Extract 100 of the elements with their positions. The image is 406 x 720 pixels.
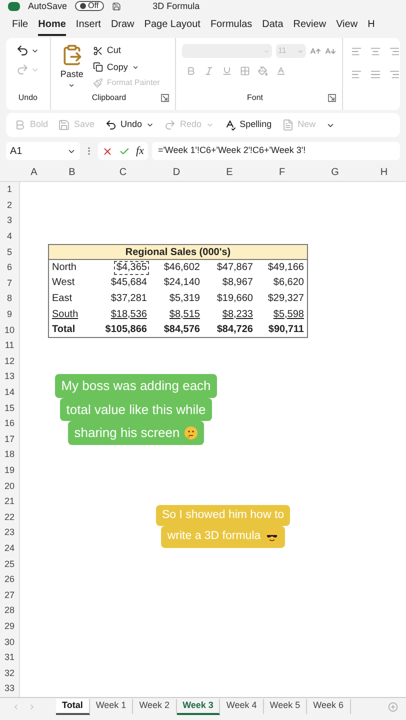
align-middle-icon[interactable] (370, 46, 381, 57)
row-header[interactable]: 6 (6, 263, 12, 272)
column-header[interactable]: E (226, 165, 233, 180)
row-header[interactable]: 9 (6, 310, 12, 320)
borders-icon[interactable] (240, 66, 250, 76)
sheet-tab[interactable]: Week 5 (264, 698, 308, 714)
menu-tab[interactable]: H (368, 14, 375, 36)
table-cell: $24,140 (162, 277, 201, 290)
scroll-right-icon[interactable] (28, 702, 36, 710)
group-label: Font (246, 92, 264, 104)
toolbar-button[interactable]: Undo (104, 118, 142, 132)
undo-icon[interactable] (16, 44, 30, 57)
column-header[interactable]: H (380, 165, 388, 180)
column-header[interactable]: F (278, 165, 286, 180)
sheet-tab[interactable]: Week 3 (176, 698, 220, 714)
insert-function-button[interactable]: fx (136, 142, 144, 160)
align-bottom-icon[interactable] (389, 46, 400, 57)
spelling-icon (224, 119, 236, 131)
table-cell: $90,711 (267, 324, 305, 336)
column-header[interactable]: G (331, 165, 339, 180)
italic-icon[interactable] (204, 66, 214, 76)
thinking-face-icon (184, 426, 198, 440)
sheet-tab[interactable]: Week 4 (220, 698, 264, 714)
enter-icon[interactable] (119, 146, 130, 156)
table-cell: $6,620 (272, 277, 305, 290)
table-cell: $4,365 (115, 262, 148, 274)
formula-input[interactable]: ='Week 1'!C6+'Week 2'!C6+'Week 3'! (152, 142, 400, 160)
autosave-label: AutoSave (28, 2, 68, 10)
table-cell: $18,536 (110, 308, 148, 321)
table-cell: East (51, 292, 74, 305)
table-cell: $47,867 (216, 262, 254, 274)
menu-tab[interactable]: Draw (110, 14, 134, 36)
table-cell: Total (51, 324, 76, 336)
row-header[interactable]: 7 (6, 278, 12, 288)
align-center-icon[interactable] (370, 69, 381, 80)
fill-color-icon[interactable] (258, 66, 268, 76)
table-cell: $46,602 (162, 262, 201, 274)
dialog-launcher-icon[interactable] (161, 94, 169, 102)
cancel-icon[interactable] (102, 146, 113, 156)
menu-tab[interactable]: Review (293, 14, 326, 36)
table-cell: $37,281 (110, 292, 148, 305)
row-header[interactable]: 1 (6, 185, 12, 194)
column-header[interactable]: C (119, 165, 127, 180)
sunglasses-face-icon (264, 530, 279, 544)
caret-icon (132, 64, 139, 71)
dialog-launcher-icon[interactable] (328, 94, 336, 102)
redo-icon (164, 119, 176, 131)
row-header[interactable]: 2 (6, 200, 12, 210)
bold-icon (14, 119, 26, 131)
table-cell: North (51, 262, 78, 274)
menu-tab[interactable]: View (336, 14, 358, 36)
sheet-tab[interactable]: Week 2 (133, 698, 177, 714)
sheet-tab[interactable]: Week 6 (307, 698, 350, 714)
autosave-toggle[interactable]: Off (75, 1, 104, 11)
menu-tab[interactable]: File (12, 14, 28, 36)
row-header[interactable]: 8 (6, 294, 12, 304)
paste-button[interactable]: Paste (56, 44, 87, 89)
bold-icon[interactable] (186, 66, 196, 76)
underline-icon[interactable] (222, 66, 232, 76)
table-cell: $8,515 (168, 308, 201, 321)
name-box[interactable]: A1 (6, 142, 80, 160)
table-title-cell: Regional Sales (000's) (48, 244, 308, 260)
row-header[interactable]: 4 (6, 232, 12, 242)
table-cell: $8,233 (221, 308, 254, 321)
row-header[interactable]: 5 (6, 248, 12, 257)
table-cell: $45,684 (110, 277, 148, 290)
column-header[interactable]: D (172, 165, 180, 180)
menu-tab[interactable]: Data (262, 14, 284, 36)
copy-button[interactable]: Copy (92, 60, 160, 74)
sheet-tab[interactable]: Week 1 (90, 698, 134, 714)
caret-icon (263, 48, 270, 54)
caret-icon (297, 48, 304, 54)
grow-font-icon[interactable] (310, 46, 321, 56)
align-top-icon[interactable] (351, 46, 362, 57)
cut-button[interactable]: Cut (92, 44, 160, 58)
menu-tab[interactable]: Insert (76, 14, 101, 36)
save-icon[interactable] (112, 2, 121, 10)
menu-tab[interactable]: Page Layout (144, 14, 200, 36)
menu-tab[interactable]: Home (38, 14, 66, 36)
paintbrush-icon (92, 78, 103, 88)
font-color-icon[interactable] (276, 66, 286, 76)
table-cell: $49,166 (266, 262, 305, 274)
sheet-tab[interactable]: Total (56, 698, 90, 714)
align-left-icon[interactable] (351, 69, 362, 80)
caret-icon[interactable] (146, 121, 154, 129)
menu-tab[interactable]: Formulas (210, 14, 252, 36)
table-cell: $5,598 (272, 308, 305, 321)
table-cell: West (51, 277, 76, 290)
row-header[interactable]: 3 (6, 216, 12, 226)
scroll-left-icon[interactable] (12, 702, 20, 710)
add-sheet-icon[interactable] (388, 702, 398, 712)
shrink-font-icon[interactable] (325, 46, 336, 56)
app-logo-icon (8, 2, 20, 10)
toolbar-button[interactable]: Spelling (224, 118, 272, 132)
table-cell: South (51, 308, 80, 321)
column-header[interactable]: A (30, 165, 38, 180)
column-header[interactable]: B (68, 165, 76, 180)
table-cell: $19,660 (216, 292, 254, 305)
align-right-icon[interactable] (389, 69, 400, 80)
table-cell: $5,319 (168, 292, 201, 305)
